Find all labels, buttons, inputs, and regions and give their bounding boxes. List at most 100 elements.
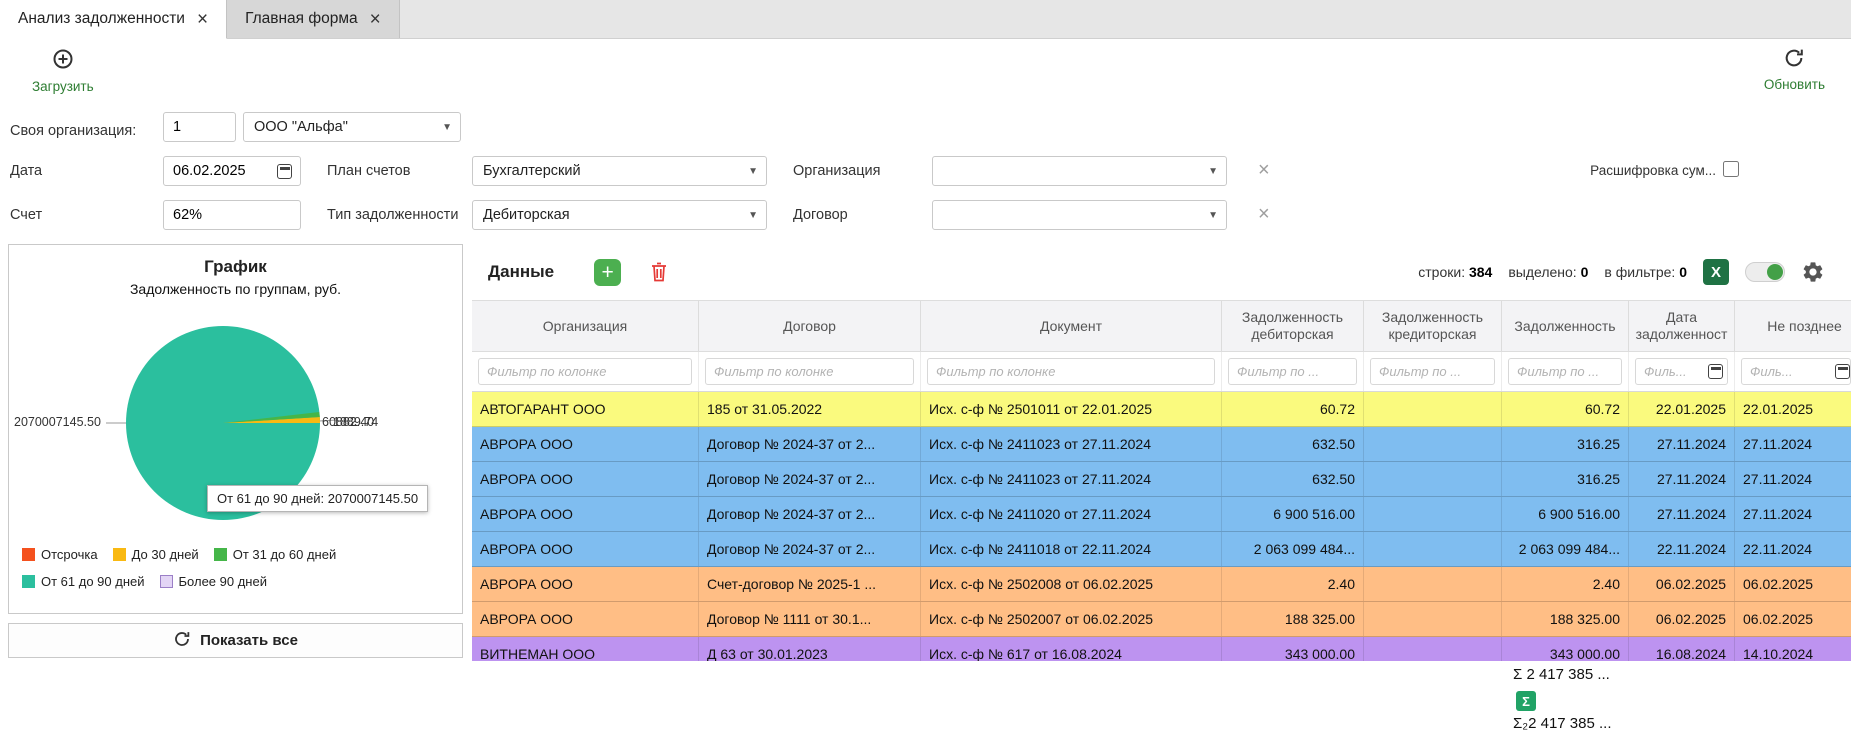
cell-not-later[interactable]: 27.11.2024 (1735, 497, 1851, 531)
cell-not-later[interactable]: 27.11.2024 (1735, 462, 1851, 496)
cell-not-later[interactable]: 22.01.2025 (1735, 392, 1851, 426)
delete-row-button[interactable] (649, 261, 669, 283)
cell-organization[interactable]: ВИТНЕМАН ООО (472, 637, 699, 661)
cell-organization[interactable]: АВРОРА ООО (472, 427, 699, 461)
sigma-badge[interactable]: Σ (1516, 691, 1536, 711)
account-input[interactable] (163, 200, 301, 230)
cell-organization[interactable]: АВРОРА ООО (472, 462, 699, 496)
column-header-debit[interactable]: Задолженность дебиторская (1222, 301, 1364, 351)
cell-document[interactable]: Исх. с-ф № 2501011 от 22.01.2025 (921, 392, 1222, 426)
cell-debt-date[interactable]: 27.11.2024 (1629, 497, 1735, 531)
cell-credit[interactable] (1364, 392, 1502, 426)
contract-select[interactable]: ▼ (932, 200, 1227, 230)
load-button[interactable]: Загрузить (32, 47, 94, 94)
settings-button[interactable] (1801, 260, 1825, 284)
cell-document[interactable]: Исх. с-ф № 2411023 от 27.11.2024 (921, 462, 1222, 496)
cell-debt[interactable]: 343 000.00 (1502, 637, 1629, 661)
cell-credit[interactable] (1364, 427, 1502, 461)
filter-input-contract[interactable] (705, 358, 914, 385)
cell-not-later[interactable]: 27.11.2024 (1735, 427, 1851, 461)
tab-close-icon[interactable]: × (370, 10, 381, 29)
cell-debit[interactable]: 632.50 (1222, 427, 1364, 461)
cell-not-later[interactable]: 06.02.2025 (1735, 567, 1851, 601)
cell-not-later[interactable]: 14.10.2024 (1735, 637, 1851, 661)
cell-organization[interactable]: АВРОРА ООО (472, 497, 699, 531)
show-all-button[interactable]: Показать все (8, 623, 463, 658)
filter-input-document[interactable] (927, 358, 1215, 385)
cell-debt-date[interactable]: 22.11.2024 (1629, 532, 1735, 566)
cell-not-later[interactable]: 22.11.2024 (1735, 532, 1851, 566)
cell-organization[interactable]: АВРОРА ООО (472, 567, 699, 601)
cell-document[interactable]: Исх. с-ф № 2411023 от 27.11.2024 (921, 427, 1222, 461)
filter-input-debit[interactable] (1228, 358, 1357, 385)
column-header-debt-date[interactable]: Дата задолженност (1629, 301, 1735, 351)
excel-export-button[interactable]: X (1703, 259, 1729, 285)
cell-contract[interactable]: Д 63 от 30.01.2023 (699, 637, 921, 661)
table-row[interactable]: АВРОРА ООО Договор № 2024-37 от 2... Исх… (472, 427, 1851, 462)
cell-contract[interactable]: Договор № 2024-37 от 2... (699, 532, 921, 566)
tab-close-icon[interactable]: × (197, 10, 208, 29)
tab-main-form[interactable]: Главная форма × (227, 0, 400, 38)
cell-debt-date[interactable]: 06.02.2025 (1629, 602, 1735, 636)
cell-document[interactable]: Исх. с-ф № 2502008 от 06.02.2025 (921, 567, 1222, 601)
cell-credit[interactable] (1364, 532, 1502, 566)
cell-debt[interactable]: 60.72 (1502, 392, 1629, 426)
cell-credit[interactable] (1364, 462, 1502, 496)
cell-credit[interactable] (1364, 637, 1502, 661)
cell-debit[interactable]: 6 900 516.00 (1222, 497, 1364, 531)
cell-credit[interactable] (1364, 567, 1502, 601)
sum-detail-checkbox[interactable] (1723, 161, 1739, 177)
cell-debt[interactable]: 188 325.00 (1502, 602, 1629, 636)
calendar-icon[interactable] (1708, 364, 1723, 379)
organization-select[interactable]: ▼ (932, 156, 1227, 186)
legend-item[interactable]: От 31 до 60 дней (214, 547, 337, 562)
cell-debit[interactable]: 188 325.00 (1222, 602, 1364, 636)
cell-debt-date[interactable]: 06.02.2025 (1629, 567, 1735, 601)
column-header-credit[interactable]: Задолженность кредиторская (1364, 301, 1502, 351)
cell-debt[interactable]: 2.40 (1502, 567, 1629, 601)
cell-debt-date[interactable]: 16.08.2024 (1629, 637, 1735, 661)
cell-organization[interactable]: АВТОГАРАНТ ООО (472, 392, 699, 426)
tab-debt-analysis[interactable]: Анализ задолженности × (0, 0, 227, 39)
table-toggle[interactable] (1745, 262, 1785, 282)
cell-contract[interactable]: 185 от 31.05.2022 (699, 392, 921, 426)
cell-document[interactable]: Исх. с-ф № 2411018 от 22.11.2024 (921, 532, 1222, 566)
debt-type-select[interactable]: Дебиторская ▼ (472, 200, 767, 230)
cell-organization[interactable]: АВРОРА ООО (472, 602, 699, 636)
table-row[interactable]: АВРОРА ООО Счет-договор № 2025-1 ... Исх… (472, 567, 1851, 602)
legend-item[interactable]: Более 90 дней (160, 574, 267, 589)
filter-input-credit[interactable] (1370, 358, 1495, 385)
organization-clear-icon[interactable]: × (1258, 160, 1270, 180)
column-header-organization[interactable]: Организация (472, 301, 699, 351)
cell-debit[interactable]: 2 063 099 484... (1222, 532, 1364, 566)
legend-item[interactable]: До 30 дней (113, 547, 199, 562)
cell-debt[interactable]: 316.25 (1502, 462, 1629, 496)
cell-organization[interactable]: АВРОРА ООО (472, 532, 699, 566)
filter-input-organization[interactable] (478, 358, 692, 385)
column-header-contract[interactable]: Договор (699, 301, 921, 351)
cell-document[interactable]: Исх. с-ф № 2502007 от 06.02.2025 (921, 602, 1222, 636)
cell-credit[interactable] (1364, 497, 1502, 531)
cell-contract[interactable]: Договор № 1111 от 30.1... (699, 602, 921, 636)
own-org-code-input[interactable] (163, 112, 236, 142)
legend-item[interactable]: Отсрочка (22, 547, 98, 562)
accounts-plan-select[interactable]: Бухгалтерский ▼ (472, 156, 767, 186)
cell-debt[interactable]: 6 900 516.00 (1502, 497, 1629, 531)
filter-input-debt[interactable] (1508, 358, 1622, 385)
cell-debit[interactable]: 2.40 (1222, 567, 1364, 601)
column-header-not-later[interactable]: Не позднее (1735, 301, 1851, 351)
table-row[interactable]: АВРОРА ООО Договор № 1111 от 30.1... Исх… (472, 602, 1851, 637)
cell-debt[interactable]: 316.25 (1502, 427, 1629, 461)
table-row[interactable]: АВРОРА ООО Договор № 2024-37 от 2... Исх… (472, 497, 1851, 532)
table-row[interactable]: АВРОРА ООО Договор № 2024-37 от 2... Исх… (472, 462, 1851, 497)
cell-not-later[interactable]: 06.02.2025 (1735, 602, 1851, 636)
table-row[interactable]: АВТОГАРАНТ ООО 185 от 31.05.2022 Исх. с-… (472, 392, 1851, 427)
cell-document[interactable]: Исх. с-ф № 617 от 16.08.2024 (921, 637, 1222, 661)
cell-debit[interactable]: 632.50 (1222, 462, 1364, 496)
cell-document[interactable]: Исх. с-ф № 2411020 от 27.11.2024 (921, 497, 1222, 531)
cell-contract[interactable]: Договор № 2024-37 от 2... (699, 427, 921, 461)
table-row[interactable]: АВРОРА ООО Договор № 2024-37 от 2... Исх… (472, 532, 1851, 567)
cell-contract[interactable]: Счет-договор № 2025-1 ... (699, 567, 921, 601)
cell-debt-date[interactable]: 27.11.2024 (1629, 462, 1735, 496)
column-header-document[interactable]: Документ (921, 301, 1222, 351)
